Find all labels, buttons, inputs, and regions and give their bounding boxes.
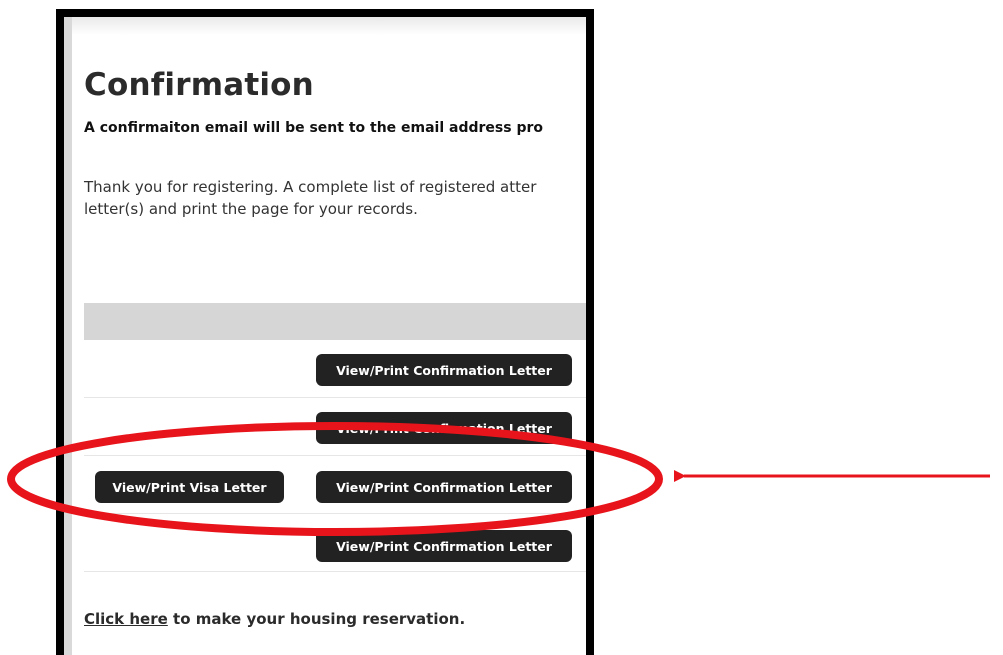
- housing-reservation-line: Click here to make your housing reservat…: [84, 610, 465, 628]
- thanks-paragraph: Thank you for registering. A complete li…: [84, 176, 584, 220]
- view-print-confirmation-button[interactable]: View/Print Confirmation Letter: [316, 530, 572, 562]
- confirmation-content: Confirmation A confirmaiton email will b…: [84, 17, 586, 655]
- housing-click-here-link[interactable]: Click here: [84, 610, 168, 628]
- attendee-row-1: View/Print Confirmation Letter: [84, 340, 586, 398]
- attendee-table-header: [84, 303, 586, 340]
- attendee-row-3: View/Print Visa Letter View/Print Confir…: [84, 456, 586, 514]
- thanks-line-2: letter(s) and print the page for your re…: [84, 200, 418, 218]
- browser-frame: Confirmation A confirmaiton email will b…: [56, 9, 594, 655]
- view-print-confirmation-button[interactable]: View/Print Confirmation Letter: [316, 412, 572, 444]
- attendee-row-2: View/Print Confirmation Letter: [84, 398, 586, 456]
- thanks-line-1: Thank you for registering. A complete li…: [84, 178, 537, 196]
- view-print-confirmation-button[interactable]: View/Print Confirmation Letter: [316, 471, 572, 503]
- housing-reservation-text: to make your housing reservation.: [167, 610, 466, 628]
- view-print-confirmation-button[interactable]: View/Print Confirmation Letter: [316, 354, 572, 386]
- email-notice: A confirmaiton email will be sent to the…: [84, 120, 544, 136]
- page-title: Confirmation: [84, 67, 314, 103]
- view-print-visa-button[interactable]: View/Print Visa Letter: [95, 471, 284, 503]
- attendee-row-4: View/Print Confirmation Letter: [84, 514, 586, 572]
- screenshot-stage: Confirmation A confirmaiton email will b…: [0, 0, 1003, 655]
- left-gutter: [64, 17, 72, 655]
